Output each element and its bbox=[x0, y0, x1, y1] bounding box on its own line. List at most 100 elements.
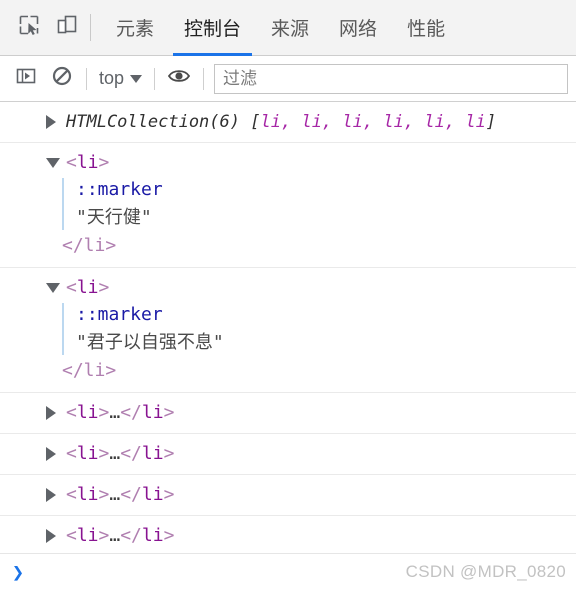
expand-li-toggle-4[interactable] bbox=[46, 441, 62, 467]
pseudo-marker-label-1: ::marker bbox=[76, 179, 163, 200]
tab-performance[interactable]: 性能 bbox=[392, 0, 460, 55]
console-message-li-expanded-2[interactable]: <li> ::marker "君子以自强不息" </li> bbox=[0, 268, 576, 393]
collection-item-5: li bbox=[465, 112, 486, 132]
filterbar-divider-1 bbox=[86, 67, 87, 90]
filterbar-divider-2 bbox=[154, 67, 156, 90]
tab-console-label: 控制台 bbox=[184, 19, 242, 40]
devtools-tabs: 元素 控制台 来源 网络 性能 bbox=[101, 0, 576, 56]
console-message-li-collapsed-3[interactable]: <li>…</li> bbox=[0, 475, 576, 516]
device-toolbar-icon bbox=[55, 13, 79, 42]
expand-li-toggle-6[interactable] bbox=[46, 523, 62, 549]
inspect-element-button[interactable] bbox=[10, 9, 48, 47]
chevron-right-icon bbox=[46, 488, 56, 502]
angle-close-open-4: </ bbox=[120, 443, 142, 464]
collection-bracket-open: [ bbox=[240, 112, 261, 132]
pseudo-marker-label-2: ::marker bbox=[76, 304, 163, 325]
tag-name-2: li bbox=[76, 277, 99, 298]
tag-name-4: li bbox=[76, 443, 99, 464]
console-sidebar-toggle-button[interactable] bbox=[8, 62, 44, 96]
console-prompt-row[interactable]: ❯ CSDN @MDR_0820 bbox=[0, 553, 576, 590]
tab-performance-label: 性能 bbox=[407, 19, 446, 40]
collection-item-1: li, bbox=[301, 112, 333, 132]
tag-name-6: li bbox=[76, 525, 99, 546]
devtools-panel: 元素 控制台 来源 网络 性能 top 过滤 HTMLCollection(6)… bbox=[0, 0, 576, 590]
angle-close-1: > bbox=[98, 152, 110, 173]
li-text-content-1: "天行健" bbox=[76, 207, 152, 228]
close-tag-name-4: li bbox=[141, 443, 164, 464]
console-filter-input[interactable] bbox=[214, 63, 568, 94]
ellipsis-5: … bbox=[109, 484, 121, 505]
tab-console[interactable]: 控制台 bbox=[169, 0, 256, 56]
tab-elements[interactable]: 元素 bbox=[101, 0, 169, 55]
collection-item-0: li, bbox=[260, 112, 292, 132]
tab-network[interactable]: 网络 bbox=[324, 0, 392, 55]
tab-sources-label: 来源 bbox=[271, 19, 310, 40]
angle-close-gt-5: > bbox=[163, 484, 175, 505]
angle-close-2: > bbox=[98, 277, 110, 298]
tab-network-label: 网络 bbox=[339, 19, 378, 40]
li-collapsed-tag-6: <li>…</li> bbox=[66, 523, 174, 549]
expand-collection-toggle[interactable] bbox=[46, 109, 62, 135]
prompt-chevron-icon: ❯ bbox=[12, 560, 25, 584]
console-message-li-expanded-1[interactable]: <li> ::marker "天行健" </li> bbox=[0, 143, 576, 268]
chevron-right-icon bbox=[46, 447, 56, 461]
chevron-down-icon bbox=[46, 158, 60, 168]
li-marker-row-1[interactable]: ::marker bbox=[76, 176, 576, 204]
li-open-tag-1: <li> bbox=[66, 150, 109, 176]
console-message-collection[interactable]: HTMLCollection(6) [li, li, li, li, li, l… bbox=[0, 102, 576, 143]
tab-sources[interactable]: 来源 bbox=[256, 0, 324, 55]
li-collapsed-tag-3: <li>…</li> bbox=[66, 400, 174, 426]
collection-type-label: HTMLCollection(6) bbox=[66, 112, 240, 132]
close-tag-name-5: li bbox=[141, 484, 164, 505]
console-filter-toolbar: top bbox=[0, 56, 576, 102]
ellipsis-4: … bbox=[109, 443, 121, 464]
angle-close-open-6: </ bbox=[120, 525, 142, 546]
ellipsis-3: … bbox=[109, 402, 121, 423]
clear-console-button[interactable] bbox=[44, 62, 80, 96]
li-text-row-1: "天行健" bbox=[76, 204, 576, 232]
li-text-content-2: "君子以自强不息" bbox=[76, 332, 224, 353]
angle-open-5: < bbox=[66, 484, 77, 505]
expand-li-toggle-5[interactable] bbox=[46, 482, 62, 508]
li-open-tag-2: <li> bbox=[66, 275, 109, 301]
li-collapsed-tag-5: <li>…</li> bbox=[66, 482, 174, 508]
li-close-tag-text-2: </li> bbox=[62, 360, 117, 381]
device-toolbar-button[interactable] bbox=[48, 9, 86, 47]
console-message-li-collapsed-1[interactable]: <li>…</li> bbox=[0, 393, 576, 434]
chevron-right-icon bbox=[46, 115, 56, 129]
console-message-li-collapsed-4[interactable]: <li>…</li> bbox=[0, 516, 576, 553]
angle-close-gt-3: > bbox=[163, 402, 175, 423]
angle-open-6: < bbox=[66, 525, 77, 546]
angle-gt-6: > bbox=[98, 525, 110, 546]
angle-open-1: < bbox=[66, 152, 77, 173]
chevron-right-icon bbox=[46, 406, 56, 420]
li-marker-row-2[interactable]: ::marker bbox=[76, 301, 576, 329]
collection-summary: HTMLCollection(6) [li, li, li, li, li, l… bbox=[66, 109, 496, 135]
tab-elements-label: 元素 bbox=[116, 19, 155, 40]
tag-name-1: li bbox=[76, 152, 99, 173]
console-message-li-collapsed-2[interactable]: <li>…</li> bbox=[0, 434, 576, 475]
angle-close-gt-6: > bbox=[163, 525, 175, 546]
collection-bracket-close: ] bbox=[485, 112, 497, 132]
console-sidebar-icon bbox=[15, 65, 37, 92]
collection-item-3: li, bbox=[383, 112, 415, 132]
live-expression-button[interactable] bbox=[161, 62, 197, 96]
collection-item-4: li, bbox=[424, 112, 456, 132]
expand-li-toggle-3[interactable] bbox=[46, 400, 62, 426]
li-text-row-2: "君子以自强不息" bbox=[76, 329, 576, 357]
execution-context-select[interactable]: top bbox=[93, 68, 148, 89]
li-close-tag-1: </li> bbox=[62, 232, 576, 260]
angle-gt-5: > bbox=[98, 484, 110, 505]
chevron-down-icon bbox=[130, 74, 143, 83]
collection-item-2: li, bbox=[342, 112, 374, 132]
collapse-li-toggle-1[interactable] bbox=[46, 150, 62, 176]
angle-open-4: < bbox=[66, 443, 77, 464]
chevron-right-icon bbox=[46, 529, 56, 543]
li-collapsed-tag-4: <li>…</li> bbox=[66, 441, 174, 467]
collapse-li-toggle-2[interactable] bbox=[46, 275, 62, 301]
live-expression-eye-icon bbox=[167, 65, 191, 92]
ellipsis-6: … bbox=[109, 525, 121, 546]
angle-close-gt-4: > bbox=[163, 443, 175, 464]
console-message-list: HTMLCollection(6) [li, li, li, li, li, l… bbox=[0, 102, 576, 553]
tag-name-3: li bbox=[76, 402, 99, 423]
